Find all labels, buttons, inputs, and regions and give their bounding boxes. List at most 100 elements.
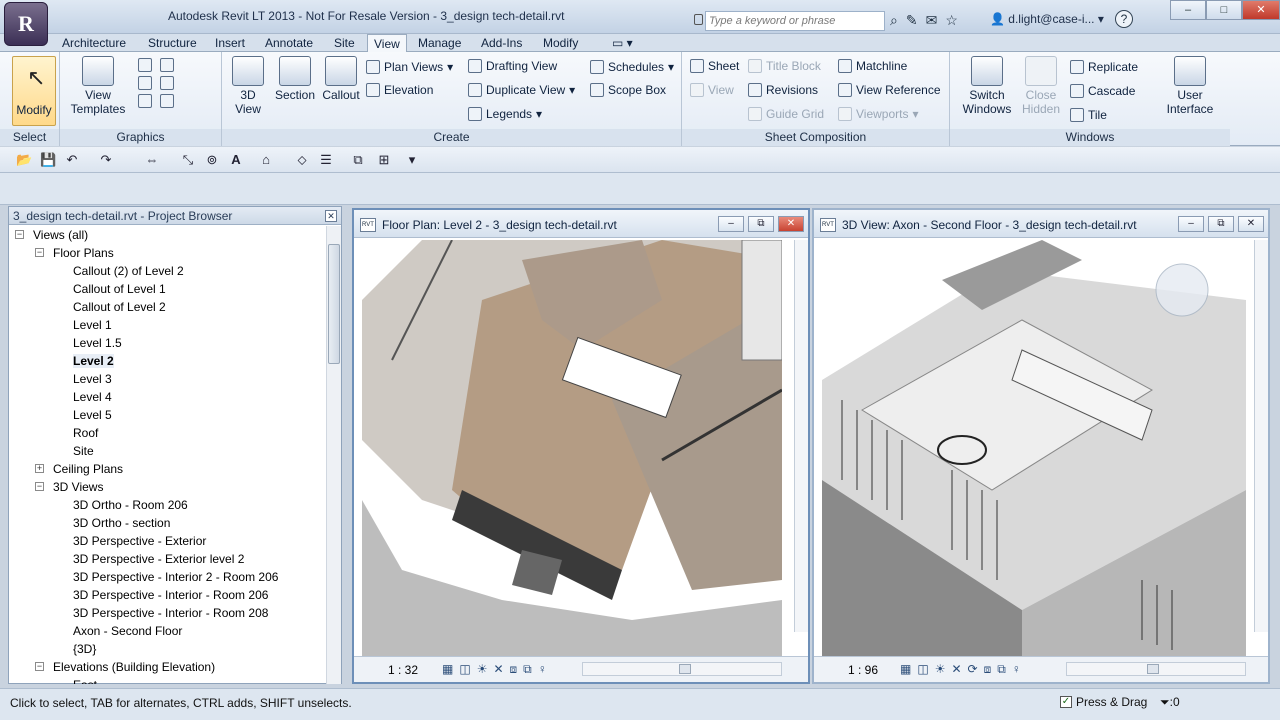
tree-item[interactable]: Callout of Level 1	[73, 280, 166, 298]
tree-item[interactable]: Roof	[73, 424, 98, 442]
modify-button[interactable]: ↖ Modify	[12, 56, 56, 126]
tab-structure[interactable]: Structure	[148, 34, 197, 52]
tree-item[interactable]: Ceiling Plans	[53, 460, 123, 478]
floor-plan-vscroll[interactable]	[794, 240, 808, 632]
maximize-button[interactable]: □	[1206, 0, 1242, 20]
press-drag-checkbox[interactable]: ✓	[1060, 696, 1072, 708]
view-close-button[interactable]: ✕	[1238, 216, 1264, 232]
duplicate-view-button[interactable]: Duplicate View ▾	[468, 83, 575, 97]
floor-plan-hscroll[interactable]	[582, 662, 782, 676]
tree-item[interactable]: Callout (2) of Level 2	[73, 262, 184, 280]
hide-isolate-icon[interactable]: ♀	[1012, 662, 1021, 677]
press-drag-toggle[interactable]: ✓ Press & Drag	[1060, 695, 1147, 709]
save-icon[interactable]: 💾	[40, 152, 56, 168]
tab-manage[interactable]: Manage	[418, 34, 461, 52]
tree-item[interactable]: Level 2	[73, 352, 114, 370]
hscroll-thumb[interactable]	[1147, 664, 1159, 674]
project-browser-close-icon[interactable]: ✕	[325, 210, 337, 222]
favorites-icon[interactable]: ☆	[945, 12, 958, 29]
section-qat-icon[interactable]: ⬦	[294, 152, 310, 168]
tree-item[interactable]: 3D Perspective - Interior - Room 206	[73, 586, 268, 604]
default-3d-view-icon[interactable]: ⌂	[258, 152, 274, 168]
view-close-button[interactable]: ✕	[778, 216, 804, 232]
tree-item[interactable]: Elevations (Building Elevation)	[53, 658, 215, 676]
crop-view-icon[interactable]: ⧈	[510, 662, 518, 677]
close-hidden-qat-icon[interactable]: ⧉	[350, 152, 366, 168]
text-icon[interactable]: A	[228, 152, 244, 168]
tree-item[interactable]: Floor Plans	[53, 244, 114, 262]
search-input[interactable]: Type a keyword or phrase	[705, 11, 885, 31]
tree-item[interactable]: 3D Ortho - Room 206	[73, 496, 188, 514]
sun-path-icon[interactable]: ☀	[477, 662, 488, 677]
3d-view-button[interactable]: 3D View	[228, 56, 268, 116]
callout-button[interactable]: Callout	[318, 56, 364, 102]
tile-button[interactable]: Tile	[1070, 108, 1107, 122]
rendering-icon[interactable]: ⟳	[968, 662, 978, 677]
visibility-graphics-icon[interactable]	[138, 58, 152, 72]
tab-architecture[interactable]: Architecture	[62, 34, 126, 52]
aligned-dimension-icon[interactable]: ⤡	[180, 152, 196, 168]
show-hidden-lines-icon[interactable]	[160, 76, 174, 90]
help-icon[interactable]: ?	[1115, 10, 1133, 28]
schedules-button[interactable]: Schedules ▾	[590, 60, 674, 74]
tree-expander-icon[interactable]: −	[35, 482, 44, 491]
tree-expander-icon[interactable]: −	[15, 230, 24, 239]
view-restore-button[interactable]: ⧉	[748, 216, 774, 232]
matchline-button[interactable]: Matchline	[838, 59, 907, 73]
redo-icon[interactable]: ↷	[98, 152, 114, 168]
tab-add-ins[interactable]: Add-Ins	[481, 34, 522, 52]
hscroll-thumb[interactable]	[679, 664, 691, 674]
3d-axon-canvas[interactable]	[822, 240, 1246, 662]
switch-windows-button[interactable]: Switch Windows	[960, 56, 1014, 116]
tab-modify[interactable]: Modify	[543, 34, 578, 52]
switch-windows-qat-icon[interactable]: ⊞	[376, 152, 392, 168]
view-reference-button[interactable]: View Reference	[838, 83, 941, 97]
floor-plan-view-window[interactable]: RVT Floor Plan: Level 2 - 3_design tech-…	[352, 208, 810, 684]
tree-item[interactable]: East	[73, 676, 97, 684]
crop-view-icon[interactable]: ⧈	[984, 662, 992, 677]
tree-item[interactable]: Site	[73, 442, 94, 460]
show-crop-icon[interactable]: ⧉	[523, 662, 532, 677]
search-icon[interactable]	[694, 14, 703, 25]
tree-item[interactable]: Level 1.5	[73, 334, 122, 352]
open-icon[interactable]: 📂	[16, 152, 32, 168]
3d-view-window[interactable]: RVT 3D View: Axon - Second Floor - 3_des…	[812, 208, 1270, 684]
replicate-button[interactable]: Replicate	[1070, 60, 1138, 74]
elevation-button[interactable]: Elevation	[366, 83, 433, 97]
cascade-button[interactable]: Cascade	[1070, 84, 1135, 98]
detail-level-icon[interactable]: ▦	[442, 662, 453, 677]
user-account[interactable]: 👤 d.light@case-i... ▾	[990, 12, 1104, 26]
binoculars-icon[interactable]: ⌕	[890, 12, 898, 29]
remove-hidden-lines-icon[interactable]	[138, 94, 152, 108]
user-interface-button[interactable]: User Interface	[1162, 56, 1218, 116]
tab-panel-toggle[interactable]: ▭ ▾	[612, 34, 633, 52]
tree-expander-icon[interactable]: −	[35, 248, 44, 257]
3d-view-hscroll[interactable]	[1066, 662, 1246, 676]
communication-icon[interactable]: ✉	[926, 12, 938, 29]
measure-icon[interactable]: ⇔	[144, 152, 160, 168]
view-minimize-button[interactable]: –	[718, 216, 744, 232]
tree-item[interactable]: Views (all)	[33, 226, 88, 244]
floor-plan-canvas[interactable]	[362, 240, 782, 662]
section-button[interactable]: Section	[272, 56, 318, 102]
tab-view[interactable]: View	[367, 34, 407, 52]
viewports-button[interactable]: Viewports ▾	[838, 107, 919, 121]
tag-icon[interactable]: ⊚	[204, 152, 220, 168]
tree-expander-icon[interactable]: −	[35, 662, 44, 671]
filters-icon[interactable]	[160, 58, 174, 72]
minimize-button[interactable]: –	[1170, 0, 1206, 20]
revisions-button[interactable]: Revisions	[748, 83, 818, 97]
tree-item[interactable]: {3D}	[73, 640, 96, 658]
tree-expander-icon[interactable]: +	[35, 464, 44, 473]
tree-item[interactable]: Level 1	[73, 316, 112, 334]
selection-filter[interactable]: ⏷:0	[1160, 695, 1180, 710]
plan-views-button[interactable]: Plan Views ▾	[366, 60, 453, 74]
tree-item[interactable]: Axon - Second Floor	[73, 622, 182, 640]
cut-profile-icon[interactable]	[160, 94, 174, 108]
sun-path-icon[interactable]: ☀	[935, 662, 946, 677]
tree-item[interactable]: Level 4	[73, 388, 112, 406]
sheet-button[interactable]: Sheet	[690, 59, 739, 73]
tab-annotate[interactable]: Annotate	[265, 34, 313, 52]
legends-button[interactable]: Legends ▾	[468, 107, 542, 121]
shadows-icon[interactable]: ✕	[493, 662, 503, 677]
